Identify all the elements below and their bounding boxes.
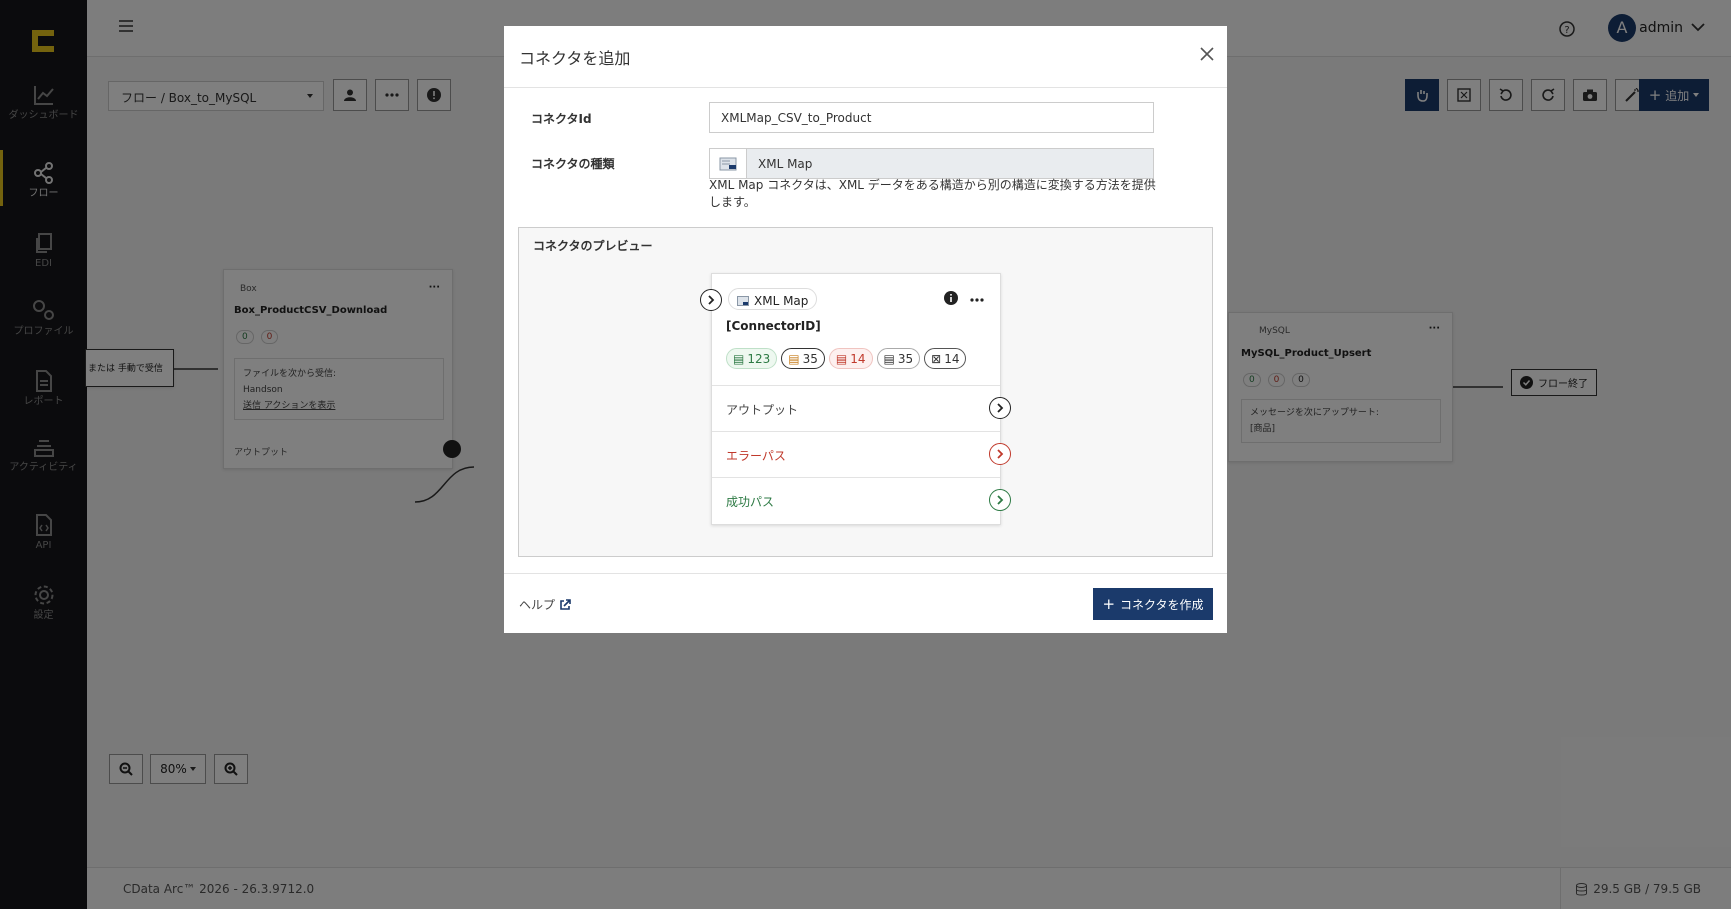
file-error-icon: ▤ (835, 351, 848, 366)
error-stat: ▤ 14 (828, 348, 873, 369)
ellipsis-icon[interactable] (970, 298, 984, 302)
connector-preview: コネクタのプレビュー XML Map [ConnectorID] ▤ 123 ▤ 3… (518, 227, 1213, 557)
warning-stat: ▤ 35 (781, 348, 825, 369)
card-connector-id: [ConnectorID] (726, 319, 821, 333)
modal-footer: ヘルプ + コネクタを作成 (504, 573, 1227, 633)
modal-title: コネクタを追加 (519, 49, 631, 68)
skipped-count: 14 (944, 351, 960, 366)
success-stat: ▤ 123 (726, 348, 778, 369)
connector-type-label: コネクタの種類 (531, 157, 615, 171)
success-path-row: 成功パス (712, 477, 1011, 523)
card-stats: ▤ 123 ▤ 35 ▤ 14 ▤ 35 ⊠ 14 (726, 348, 967, 369)
xml-map-icon (710, 149, 747, 178)
file-icon: ▤ (883, 351, 895, 366)
success-count: 123 (747, 351, 771, 366)
file-warning-icon: ▤ (788, 351, 800, 366)
output-label: アウトプット (726, 403, 799, 417)
chevron-right-icon (708, 295, 715, 305)
create-label: コネクタを作成 (1120, 597, 1204, 612)
connector-id-input[interactable]: XMLMap_CSV_to_Product (709, 102, 1154, 133)
chevron-right-icon (997, 449, 1004, 459)
pending-stat: ▤ 35 (876, 348, 921, 369)
help-label: ヘルプ (519, 598, 556, 612)
connector-type-field: XML Map (709, 148, 1154, 179)
file-success-icon: ▤ (733, 351, 745, 366)
info-icon[interactable] (944, 291, 958, 305)
output-port-button[interactable] (989, 397, 1011, 419)
create-connector-button[interactable]: + コネクタを作成 (1093, 588, 1213, 620)
warning-count: 35 (802, 351, 818, 366)
chevron-right-icon (997, 403, 1004, 413)
xml-map-icon (737, 295, 749, 306)
card-type: XML Map (754, 293, 809, 308)
success-path-label: 成功パス (726, 495, 775, 509)
input-port[interactable] (700, 289, 722, 311)
plus-icon: + (1102, 595, 1116, 613)
close-icon[interactable] (1199, 46, 1215, 62)
help-link[interactable]: ヘルプ (519, 596, 571, 613)
modal-header: コネクタを追加 (504, 26, 1227, 88)
error-path-row: エラーパス (712, 431, 1011, 477)
chevron-right-icon (997, 495, 1004, 505)
connector-id-label: コネクタId (531, 112, 592, 126)
preview-label: コネクタのプレビュー (533, 239, 653, 253)
connector-id-value: XMLMap_CSV_to_Product (721, 111, 872, 125)
output-port-row: アウトプット (712, 385, 1011, 431)
connector-description: XML Map コネクタは、XML データをある構造から別の構造に変換する方法を… (709, 178, 1156, 209)
error-count: 14 (850, 351, 866, 366)
error-path-label: エラーパス (726, 449, 786, 463)
success-port-button[interactable] (989, 489, 1011, 511)
file-skip-icon: ⊠ (931, 351, 942, 366)
connector-type-pill: XML Map (728, 288, 818, 310)
skipped-stat: ⊠ 14 (924, 348, 967, 369)
pending-count: 35 (897, 351, 914, 366)
add-connector-modal: コネクタを追加 コネクタId XMLMap_CSV_to_Product コネク… (504, 26, 1227, 633)
connector-type-value: XML Map (758, 157, 813, 171)
error-port-button[interactable] (989, 443, 1011, 465)
external-link-icon (560, 598, 571, 610)
preview-card: XML Map [ConnectorID] ▤ 123 ▤ 35 ▤ 14 ▤ 35 ⊠… (700, 273, 1011, 525)
